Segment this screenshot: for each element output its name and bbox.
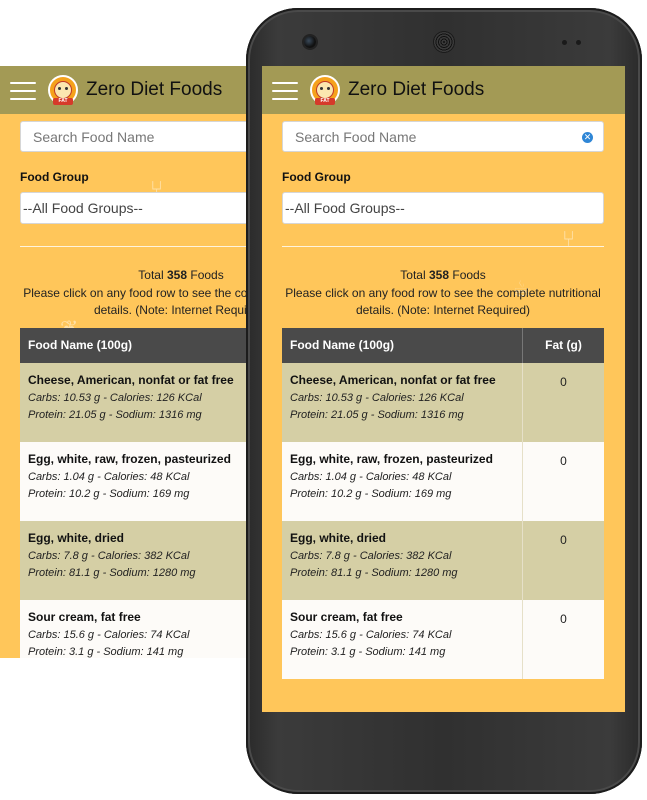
food-group-label: Food Group [282, 170, 351, 184]
food-protein-sodium: Protein: 10.2 g - Sodium: 169 mg [290, 488, 452, 500]
header-food-name[interactable]: Food Name (100g) [20, 328, 246, 363]
search-field[interactable]: ✕ [282, 121, 604, 152]
foods-table: Food Name (100g) Fat (g) Cheese, America… [282, 328, 604, 679]
divider [20, 246, 246, 247]
food-name: Sour cream, fat free [28, 610, 141, 624]
food-group-label: Food Group [20, 170, 89, 184]
table-header: Food Name (100g) Fat (g) [282, 328, 604, 363]
food-name: Egg, white, dried [28, 531, 125, 545]
food-carbs-calories: Carbs: 10.53 g - Calories: 126 KCal [290, 392, 464, 404]
food-protein-sodium: Protein: 3.1 g - Sodium: 141 mg [28, 646, 184, 658]
table-row[interactable]: Egg, white, raw, frozen, pasteurized Car… [282, 442, 604, 521]
food-name: Egg, white, dried [290, 531, 387, 545]
table-row[interactable]: Cheese, American, nonfat or fat free Car… [282, 363, 604, 442]
instruction-note: Please click on any food row to see the … [285, 286, 601, 317]
food-name: Cheese, American, nonfat or fat free [28, 373, 234, 387]
header-fat[interactable]: Fat (g) [523, 328, 604, 363]
table-row[interactable]: Sour cream, fat free Carbs: 15.6 g - Cal… [20, 600, 246, 658]
table-header: Food Name (100g) Fat (g) [20, 328, 246, 363]
clear-search-icon[interactable]: ✕ [582, 132, 593, 143]
table-row[interactable]: Egg, white, dried Carbs: 7.8 g - Calorie… [282, 521, 604, 600]
table-row[interactable]: Egg, white, raw, frozen, pasteurized Car… [20, 442, 246, 521]
food-protein-sodium: Protein: 21.05 g - Sodium: 1316 mg [290, 409, 464, 421]
food-fat: 0 [560, 454, 567, 468]
sensor-dot [562, 40, 567, 45]
search-input[interactable] [283, 127, 577, 146]
food-fat: 0 [560, 612, 567, 626]
search-input[interactable] [21, 127, 246, 146]
logo-ribbon-text: FAT [53, 98, 73, 105]
food-carbs-calories: Carbs: 7.8 g - Calories: 382 KCal [290, 550, 452, 562]
divider [282, 246, 604, 247]
app-logo-icon: FAT [310, 75, 340, 105]
food-group-select[interactable]: --All Food Groups-- [282, 192, 604, 224]
app-screen: ⑂ ☕ ❦ FAT Zero Diet Foods ✕ Food Group -… [262, 66, 625, 712]
sensor-dot [576, 40, 581, 45]
food-name: Sour cream, fat free [290, 610, 403, 624]
total-count: 358 [166, 268, 188, 282]
speaker-grille-icon [434, 32, 454, 52]
food-carbs-calories: Carbs: 1.04 g - Calories: 48 KCal [290, 471, 452, 483]
food-fat: 0 [560, 375, 567, 389]
food-name: Egg, white, raw, frozen, pasteurized [290, 452, 493, 466]
total-count: 358 [428, 268, 450, 282]
food-protein-sodium: Protein: 81.1 g - Sodium: 1280 mg [290, 567, 458, 579]
food-protein-sodium: Protein: 10.2 g - Sodium: 169 mg [28, 488, 190, 500]
app-title: Zero Diet Foods [348, 79, 485, 100]
food-name: Egg, white, raw, frozen, pasteurized [28, 452, 231, 466]
app-logo-icon: FAT [48, 75, 78, 105]
food-fat: 0 [560, 533, 567, 547]
table-row[interactable]: Egg, white, dried Carbs: 7.8 g - Calorie… [20, 521, 246, 600]
food-carbs-calories: Carbs: 7.8 g - Calories: 382 KCal [28, 550, 190, 562]
front-camera-icon [304, 36, 316, 48]
food-name: Cheese, American, nonfat or fat free [290, 373, 496, 387]
foods-table: Food Name (100g) Fat (g) Cheese, America… [20, 328, 246, 658]
header-food-name[interactable]: Food Name (100g) [282, 328, 523, 363]
app-bar: FAT Zero Diet Foods [262, 66, 625, 114]
food-carbs-calories: Carbs: 15.6 g - Calories: 74 KCal [28, 629, 190, 641]
food-carbs-calories: Carbs: 15.6 g - Calories: 74 KCal [290, 629, 452, 641]
table-row[interactable]: Sour cream, fat free Carbs: 15.6 g - Cal… [282, 600, 604, 679]
hamburger-icon[interactable] [10, 80, 36, 100]
hamburger-icon[interactable] [272, 80, 298, 100]
total-foods-text: Total 358 Foods [400, 268, 486, 282]
search-field[interactable] [20, 121, 246, 152]
app-title: Zero Diet Foods [86, 79, 223, 100]
food-carbs-calories: Carbs: 10.53 g - Calories: 126 KCal [28, 392, 202, 404]
food-protein-sodium: Protein: 3.1 g - Sodium: 141 mg [290, 646, 446, 658]
app-bar: FAT Zero Diet Foods [0, 66, 246, 114]
decor-fork-icon: ⑂ [562, 226, 576, 251]
total-foods-text: Total 358 Foods [138, 268, 224, 282]
food-protein-sodium: Protein: 81.1 g - Sodium: 1280 mg [28, 567, 196, 579]
table-row[interactable]: Cheese, American, nonfat or fat free Car… [20, 363, 246, 442]
food-protein-sodium: Protein: 21.05 g - Sodium: 1316 mg [28, 409, 202, 421]
food-group-select[interactable]: --All Food Groups-- [20, 192, 246, 224]
background-app-screen: ⑂ ❦ FAT Zero Diet Foods Food Group --All… [0, 66, 246, 658]
food-carbs-calories: Carbs: 1.04 g - Calories: 48 KCal [28, 471, 190, 483]
instruction-note: Please click on any food row to see the … [23, 286, 246, 317]
logo-ribbon-text: FAT [315, 98, 335, 105]
